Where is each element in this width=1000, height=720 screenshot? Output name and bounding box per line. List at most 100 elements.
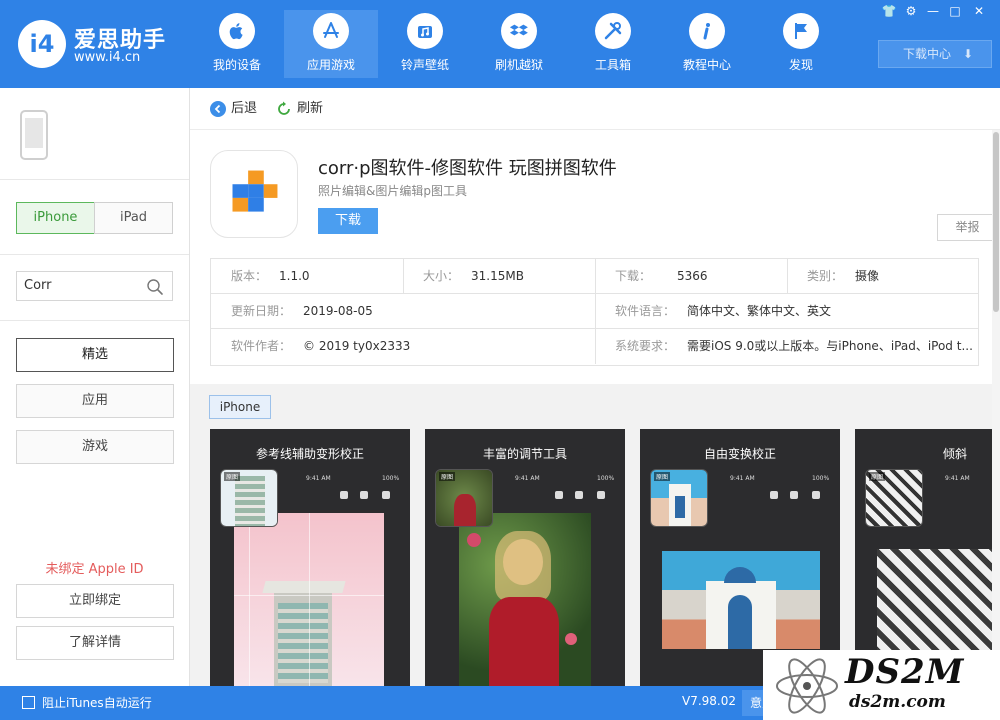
- info-requirement: 系统要求： 需要iOS 9.0或以上版本。与iPhone、iPad、iPod t.…: [615, 329, 975, 364]
- divider: [403, 259, 404, 294]
- original-thumbnail: 原图: [865, 469, 923, 527]
- phone-device-icon: [20, 110, 48, 160]
- dropbox-box-icon: [501, 13, 537, 49]
- info-language: 软件语言： 简体中文、繁体中文、英文: [615, 294, 831, 329]
- screenshot-card[interactable]: 倾斜 9:41 AM 原图: [855, 429, 992, 686]
- nav-discover[interactable]: 发现: [754, 10, 848, 78]
- settings-gear-icon[interactable]: ⚙: [900, 2, 922, 20]
- info-key: 软件作者：: [231, 339, 292, 353]
- block-itunes-label: 阻止iTunes自动运行: [42, 696, 152, 710]
- nav-toolbox[interactable]: 工具箱: [566, 10, 660, 78]
- info-value: 2019-08-05: [303, 304, 373, 318]
- report-button[interactable]: 举报: [937, 214, 998, 241]
- nav-apps-games[interactable]: 应用游戏: [284, 10, 378, 78]
- status-battery: 100%: [812, 475, 830, 482]
- screenshot-card[interactable]: 自由变换校正 9:41 AM 100% 原图: [640, 429, 840, 686]
- app-store-icon: [313, 13, 349, 49]
- info-value: © 2019 ty0x2333: [303, 339, 411, 353]
- scrollbar-thumb[interactable]: [993, 132, 999, 312]
- photo-door: [662, 551, 820, 649]
- minimize-icon[interactable]: —: [922, 2, 944, 20]
- original-thumbnail: 原图: [650, 469, 708, 527]
- thumbnail-label: 原图: [224, 472, 241, 481]
- category-featured-button[interactable]: 精选: [16, 338, 174, 372]
- photo-portrait: [459, 513, 591, 686]
- info-value: 31.15MB: [471, 269, 524, 283]
- screenshot-card[interactable]: 丰富的调节工具 9:41 AM 100% 原图: [425, 429, 625, 686]
- download-button[interactable]: 下载: [318, 208, 378, 234]
- screenshot-device-tag[interactable]: iPhone: [209, 395, 271, 419]
- original-thumbnail: 原图: [435, 469, 493, 527]
- app-logo[interactable]: i4 爱思助手 www.i4.cn: [18, 16, 178, 72]
- category-apps-button[interactable]: 应用: [16, 384, 174, 418]
- left-sidebar: iPhone iPad Corr 精选 应用 游戏 未绑定 Apple ID 立…: [0, 88, 190, 686]
- nav-label: 发现: [788, 58, 813, 72]
- search-input[interactable]: Corr: [16, 271, 173, 301]
- watermark: DS2M ds2m.com: [763, 650, 1000, 720]
- info-key: 类别：: [807, 269, 844, 283]
- music-icon: [407, 13, 443, 49]
- info-key: 软件语言：: [615, 304, 676, 318]
- back-button[interactable]: 后退: [210, 100, 257, 118]
- maximize-icon[interactable]: □: [944, 2, 966, 20]
- download-center-button[interactable]: 下载中心 ⬇: [878, 40, 992, 68]
- vertical-scrollbar[interactable]: [992, 130, 1000, 686]
- info-key: 系统要求：: [615, 339, 676, 353]
- info-value: 简体中文、繁体中文、英文: [687, 304, 832, 318]
- refresh-button[interactable]: 刷新: [276, 100, 323, 118]
- device-panel: [0, 88, 189, 180]
- logo-badge-icon: i4: [18, 20, 66, 68]
- close-icon[interactable]: ✕: [968, 2, 990, 20]
- editor-tools: [555, 491, 611, 501]
- info-downloads: 下载： 5366: [615, 259, 708, 294]
- divider: [0, 254, 189, 255]
- watermark-sub-text: ds2m.com: [849, 692, 946, 712]
- nav-label: 应用游戏: [306, 58, 355, 72]
- divider: [595, 259, 596, 294]
- info-updated: 更新日期： 2019-08-05: [231, 294, 373, 329]
- block-itunes-checkbox[interactable]: [22, 696, 35, 709]
- category-games-button[interactable]: 游戏: [16, 430, 174, 464]
- main-content: 后退 刷新 corr·p图软件-修图软件 玩图拼图软件 照片编辑&图片编辑p图工…: [190, 88, 1000, 686]
- top-bar: i4 爱思助手 www.i4.cn 我的设备 应用游戏 铃声壁纸 刷机越狱 工具…: [0, 0, 1000, 88]
- refresh-icon: [278, 101, 290, 115]
- bind-now-button[interactable]: 立即绑定: [16, 584, 174, 618]
- app-info-table: 版本： 1.1.0 大小： 31.15MB 下载： 5366 类别： 摄像 更新日期： 2…: [210, 258, 979, 366]
- info-category: 类别： 摄像: [807, 259, 879, 294]
- screenshot-caption: 丰富的调节工具: [482, 447, 567, 461]
- toolbar: 后退 刷新: [190, 88, 1000, 130]
- status-time: 9:41 AM: [945, 475, 970, 482]
- nav-label: 我的设备: [212, 58, 261, 72]
- divider: [595, 329, 596, 364]
- apple-icon: [219, 13, 255, 49]
- tab-ipad[interactable]: iPad: [94, 202, 173, 234]
- info-value: 1.1.0: [279, 269, 310, 283]
- refresh-label: 刷新: [297, 101, 324, 116]
- screenshot-caption: 自由变换校正: [703, 447, 776, 461]
- thumbnail-label: 原图: [439, 472, 456, 481]
- tab-iphone[interactable]: iPhone: [16, 202, 95, 234]
- nav-flash-jailbreak[interactable]: 刷机越狱: [472, 10, 566, 78]
- thumbnail-label: 原图: [654, 472, 671, 481]
- skin-icon[interactable]: 👕: [878, 2, 900, 20]
- screenshots-section: iPhone 参考线辅助变形校正 9:41 AM 100% 原图 丰富的调节工具…: [190, 384, 992, 686]
- status-battery: 100%: [382, 475, 400, 482]
- search-icon[interactable]: [146, 278, 164, 296]
- info-key: 下载：: [615, 269, 652, 283]
- nav-tutorials[interactable]: 教程中心: [660, 10, 754, 78]
- apple-id-notice: 未绑定 Apple ID: [45, 562, 144, 577]
- status-time: 9:41 AM: [515, 475, 540, 482]
- status-time: 9:41 AM: [306, 475, 331, 482]
- app-url: www.i4.cn: [74, 50, 141, 65]
- flag-icon: [783, 13, 819, 49]
- nav-ringtones[interactable]: 铃声壁纸: [378, 10, 472, 78]
- nav-my-device[interactable]: 我的设备: [190, 10, 284, 78]
- divider: [787, 259, 788, 294]
- editor-tools: [770, 491, 826, 501]
- learn-more-button[interactable]: 了解详情: [16, 626, 174, 660]
- info-key: 大小：: [423, 269, 460, 283]
- info-size: 大小： 31.15MB: [423, 259, 524, 294]
- search-value: Corr: [24, 278, 52, 293]
- info-row: 软件作者： © 2019 ty0x2333 系统要求： 需要iOS 9.0或以上版本…: [211, 329, 978, 364]
- screenshot-card[interactable]: 参考线辅助变形校正 9:41 AM 100% 原图: [210, 429, 410, 686]
